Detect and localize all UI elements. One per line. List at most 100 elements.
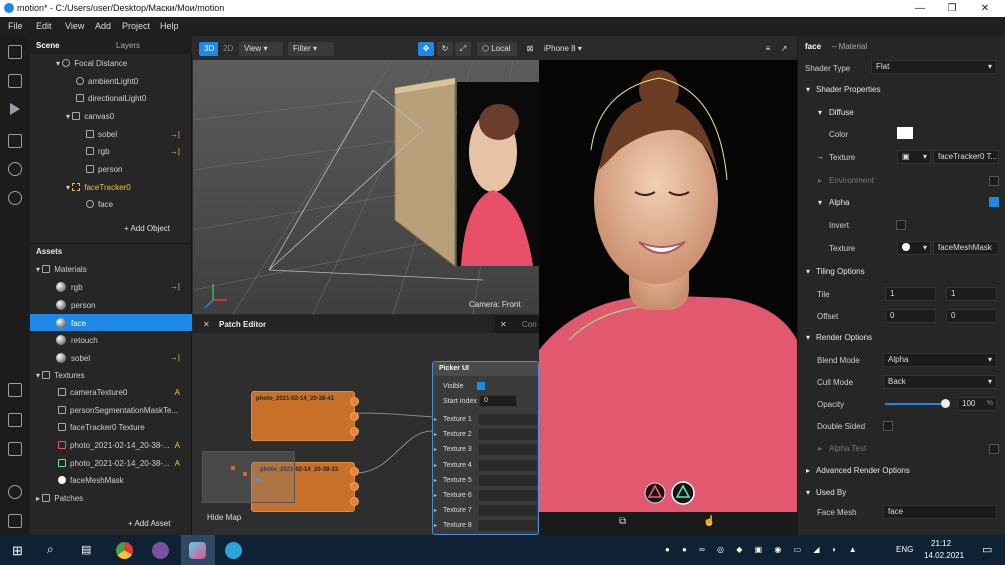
environment-checkbox[interactable] xyxy=(989,176,999,186)
opacity-knob[interactable] xyxy=(940,399,950,408)
input-port-icon[interactable]: ▸ xyxy=(434,492,437,499)
input-port-icon[interactable]: ▸ xyxy=(434,431,437,438)
tree-item-sobel[interactable]: sobel →| xyxy=(86,130,186,139)
texture-slot[interactable] xyxy=(479,429,537,441)
hide-map-button[interactable]: Hide Map xyxy=(207,513,241,522)
material-sobel[interactable]: sobel →| xyxy=(56,353,186,363)
tree-item-face-tracker[interactable]: ▾ faceTracker0 xyxy=(66,183,131,192)
tile-y-field[interactable]: 1 xyxy=(946,287,997,301)
add-asset-button[interactable]: + Add Asset xyxy=(128,519,170,528)
rotate-tool-icon[interactable]: ↻ xyxy=(437,42,453,56)
input-port-icon[interactable]: ▸ xyxy=(434,477,437,484)
close-button[interactable]: ✕ xyxy=(970,1,1000,16)
folder-materials[interactable]: ▾ Materials xyxy=(36,265,87,274)
search-icon[interactable]: ⌕ xyxy=(47,542,54,557)
texture-face-mesh-mask[interactable]: faceMeshMask xyxy=(58,476,124,485)
menu-file[interactable]: File xyxy=(8,21,23,31)
input-port-icon[interactable]: ▸ xyxy=(434,462,437,469)
folder-textures[interactable]: ▾ Textures xyxy=(36,371,84,380)
texture-slot[interactable] xyxy=(479,444,537,456)
minimize-button[interactable]: — xyxy=(905,1,935,16)
grid-icon[interactable] xyxy=(8,514,22,528)
alpha-checkbox[interactable] xyxy=(989,197,999,207)
local-toggle[interactable]: ⬡ Local xyxy=(477,42,517,56)
filter-dropdown[interactable]: Filter ▾ xyxy=(288,42,334,56)
opacity-slider[interactable] xyxy=(885,399,950,409)
picker-ui-node[interactable]: Picker UI Visible Start Index 0 ▸ Texture … xyxy=(432,361,539,535)
menu-view[interactable]: View xyxy=(65,21,84,31)
red-effect-icon[interactable] xyxy=(644,482,666,504)
chrome-icon[interactable] xyxy=(116,542,133,559)
material-retouch[interactable]: retouch xyxy=(56,335,98,345)
close-patch-icon[interactable]: ✕ xyxy=(203,320,210,329)
texture-photo-2[interactable]: photo_2021-02-14_20-38-... A xyxy=(58,459,186,468)
video-icon[interactable] xyxy=(8,74,22,88)
scene-viewport[interactable]: Camera: Front xyxy=(193,60,539,314)
opacity-field[interactable]: 100% xyxy=(957,397,997,411)
mode-3d-button[interactable]: 3D xyxy=(199,42,220,56)
texture-face-tracker[interactable]: faceTracker0 Texture xyxy=(58,423,145,432)
patch-node-photo-41[interactable]: photo_2021-02-14_20-38-41 xyxy=(251,391,355,441)
texture-slot[interactable] xyxy=(479,520,537,532)
input-port-icon[interactable]: ▸ xyxy=(434,507,437,514)
tree-item-face[interactable]: face xyxy=(86,200,113,209)
alpha-test-checkbox[interactable] xyxy=(989,444,999,454)
tab-layers[interactable]: Layers xyxy=(116,41,140,50)
invert-checkbox[interactable] xyxy=(896,220,906,230)
output-port[interactable] xyxy=(350,427,359,436)
windows-start-icon[interactable]: ⊞ xyxy=(12,543,23,559)
output-port[interactable] xyxy=(350,397,359,406)
tile-x-field[interactable]: 1 xyxy=(885,287,936,301)
tree-item-person[interactable]: person xyxy=(86,165,122,174)
texture-slot[interactable] xyxy=(479,505,537,517)
screenshot-icon[interactable]: ⧉ xyxy=(619,516,626,527)
shader-type-select[interactable]: Flat ▾ xyxy=(871,60,997,74)
input-port-icon[interactable]: ▸ xyxy=(434,446,437,453)
language-indicator[interactable]: ENG xyxy=(896,545,913,554)
texture-slot[interactable] xyxy=(479,490,537,501)
minimap[interactable] xyxy=(202,451,295,503)
telegram-icon[interactable] xyxy=(225,542,242,559)
notification-icon[interactable]: ▭ xyxy=(982,543,992,556)
diffuse-texture-select[interactable]: ▣ ▾ xyxy=(897,150,931,164)
input-port-icon[interactable]: ▸ xyxy=(434,522,437,529)
offset-x-field[interactable]: 0 xyxy=(885,309,936,323)
diffuse-texture-value[interactable]: faceTracker0 T... xyxy=(933,150,999,164)
import-icon[interactable] xyxy=(8,383,22,397)
texture-photo-1[interactable]: photo_2021-02-14_20-38-... A xyxy=(58,441,186,450)
clock-time[interactable]: 21:12 xyxy=(931,539,951,548)
device-dropdown[interactable]: iPhone 8 ▾ xyxy=(539,42,595,56)
output-port[interactable] xyxy=(350,497,359,506)
search-icon[interactable] xyxy=(8,191,22,205)
visible-checkbox[interactable] xyxy=(477,382,485,390)
menu-help[interactable]: Help xyxy=(160,21,179,31)
output-port[interactable] xyxy=(350,482,359,491)
folder-patches[interactable]: ▸ Patches xyxy=(36,494,83,503)
task-view-icon[interactable]: ▤ xyxy=(81,543,91,556)
refresh-icon[interactable] xyxy=(8,162,22,176)
texture-slot[interactable] xyxy=(479,474,537,486)
material-face[interactable]: face xyxy=(56,318,86,328)
mode-2d-button[interactable]: 2D xyxy=(218,42,239,56)
alpha-texture-value[interactable]: faceMeshMask xyxy=(933,241,999,255)
tray-icons[interactable]: ● ● ∞ ◎ ◆ ▣ ◉ ▭ ◢ ◗ ▲ xyxy=(665,545,862,554)
offset-y-field[interactable]: 0 xyxy=(946,309,997,323)
face-mesh-field[interactable]: face xyxy=(883,505,997,519)
color-swatch[interactable] xyxy=(897,127,913,139)
upload-icon[interactable] xyxy=(8,442,22,456)
texture-slot[interactable] xyxy=(479,414,537,425)
tab-scene[interactable]: Scene xyxy=(36,41,60,50)
view-dropdown[interactable]: View ▾ xyxy=(239,42,283,56)
double-sided-checkbox[interactable] xyxy=(883,421,893,431)
green-effect-icon[interactable] xyxy=(672,482,694,504)
input-port-icon[interactable]: ▸ xyxy=(434,416,437,423)
texture-slot[interactable] xyxy=(479,459,537,471)
stop-icon[interactable] xyxy=(8,134,22,148)
viber-icon[interactable] xyxy=(152,542,169,559)
maximize-button[interactable]: ❐ xyxy=(937,1,967,16)
blend-mode-select[interactable]: Alpha ▾ xyxy=(883,353,997,367)
tree-item-canvas[interactable]: ▾ canvas0 xyxy=(66,112,114,121)
export-icon[interactable] xyxy=(8,413,22,427)
material-rgb[interactable]: rgb →| xyxy=(56,282,186,292)
play-icon[interactable] xyxy=(10,103,20,115)
